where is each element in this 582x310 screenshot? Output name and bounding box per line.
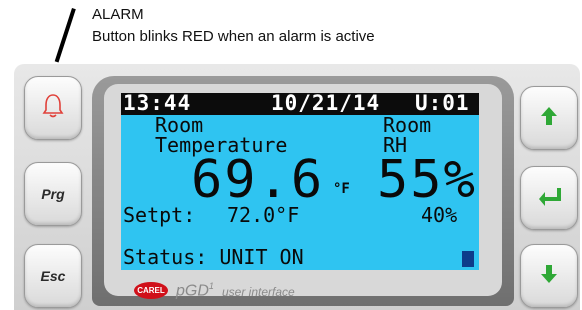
up-button[interactable]: [520, 86, 578, 150]
carel-logo: CAREL: [134, 282, 168, 299]
room-temp-label-1: Room: [155, 113, 204, 137]
arrow-up-icon: [539, 105, 559, 132]
esc-button[interactable]: Esc: [24, 244, 82, 308]
humidity-value: 55%: [377, 150, 477, 210]
down-button[interactable]: [520, 244, 578, 308]
pgd-tagline: user interface: [222, 285, 295, 299]
enter-button[interactable]: [520, 166, 578, 230]
status-header: 13:44 10/21/14 U:01: [121, 93, 479, 115]
unit-display: U:01: [415, 93, 470, 115]
callout-description: Button blinks RED when an alarm is activ…: [92, 28, 375, 45]
setpoint-temp: 72.0°F: [227, 203, 300, 227]
cursor-block: [462, 251, 474, 267]
prg-label: Prg: [41, 186, 65, 202]
setpoint-label: Setpt:: [123, 203, 196, 227]
bell-icon: [42, 93, 64, 124]
time-display: 13:44: [123, 93, 192, 115]
esc-label: Esc: [40, 268, 66, 284]
temperature-value: 69.6: [191, 150, 325, 210]
lcd-screen: 13:44 10/21/14 U:01 Room Temperature Roo…: [121, 93, 479, 270]
temperature-unit: °F: [333, 181, 350, 197]
pgd-brand: pGD1: [176, 281, 214, 300]
arrow-down-icon: [539, 263, 559, 290]
room-rh-label-1: Room: [383, 113, 432, 137]
callout-title: ALARM: [92, 6, 144, 23]
callout-line: [54, 8, 76, 63]
alarm-button[interactable]: [24, 76, 82, 140]
date-display: 10/21/14: [271, 93, 381, 115]
enter-icon: [537, 185, 561, 212]
status-text: Status: UNIT ON: [123, 245, 304, 269]
footer-brand: CAREL pGD1 user interface: [104, 276, 502, 306]
prg-button[interactable]: Prg: [24, 162, 82, 226]
setpoint-rh: 40%: [421, 203, 458, 227]
